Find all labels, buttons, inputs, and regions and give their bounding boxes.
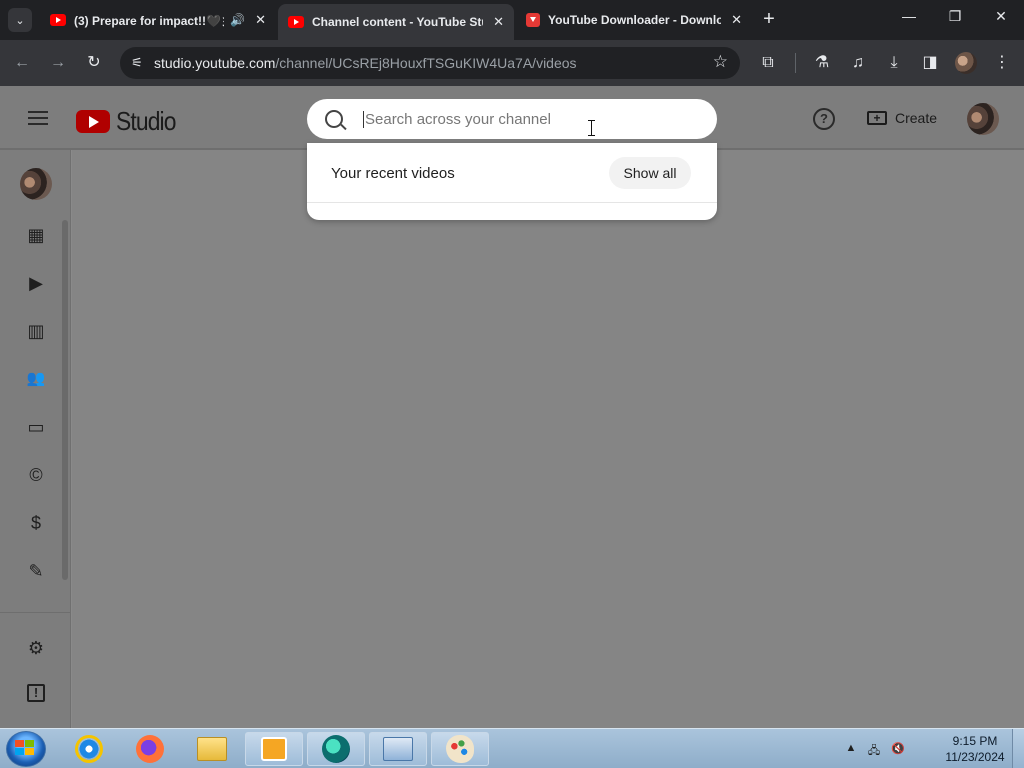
downloader-favicon-icon [526, 13, 540, 27]
kebab-menu-icon[interactable]: ⋮ [991, 52, 1013, 74]
windows-logo-icon [15, 740, 35, 756]
settings-icon[interactable]: ⚙ [24, 636, 48, 660]
earn-icon[interactable]: $ [24, 511, 48, 535]
internet-explorer-icon [75, 735, 103, 763]
tab-strip: ⌄ (3) Prepare for impact!!🖤彡 🔊 ✕ Channel… [0, 0, 1024, 40]
tab-prepare-for-impact[interactable]: (3) Prepare for impact!!🖤彡 🔊 ✕ [40, 6, 276, 34]
control-panel-icon [383, 737, 413, 761]
text-cursor [588, 120, 597, 136]
studio-sidebar: ▦ ▶ ▥ 👥 ▭ © $ ✎ ▬ ⚙ ! [0, 150, 71, 728]
side-panel-icon[interactable]: ◨ [919, 52, 941, 74]
sidebar-scrollbar[interactable] [62, 220, 68, 580]
bookmark-star-icon[interactable]: ☆ [713, 52, 728, 72]
close-window-button[interactable]: ✕ [989, 8, 1013, 25]
customization-icon[interactable]: ✎ [24, 559, 48, 583]
reload-icon[interactable]: ↻ [83, 52, 105, 74]
content-icon[interactable]: ▶ [24, 271, 48, 295]
create-button[interactable]: + Create [855, 102, 949, 134]
hamburger-menu-icon[interactable] [28, 111, 48, 125]
studio-logo[interactable]: Studio [76, 106, 184, 137]
clock-time[interactable]: 9:15 PM [940, 734, 1010, 748]
dashboard-icon[interactable]: ▦ [24, 223, 48, 247]
channel-search-box[interactable] [307, 99, 717, 139]
tab-search-button[interactable]: ⌄ [8, 8, 32, 32]
labs-flask-icon[interactable]: ⚗ [811, 52, 833, 74]
media-player-taskbar-button[interactable] [245, 732, 303, 766]
back-arrow-icon[interactable]: ← [11, 52, 33, 74]
firefox-taskbar-button[interactable] [121, 732, 179, 766]
sidebar-divider [0, 612, 70, 613]
media-control-icon[interactable]: ♫ [847, 52, 869, 74]
downloads-icon[interactable]: ⤓ [883, 52, 905, 74]
tab-channel-content[interactable]: Channel content - YouTube Stu ✕ [278, 4, 514, 40]
show-hidden-icons-icon[interactable]: ▲ [843, 742, 859, 756]
youtube-favicon-icon [50, 14, 66, 26]
profile-avatar[interactable] [955, 52, 977, 74]
subtitles-icon[interactable]: ▭ [24, 415, 48, 439]
feedback-icon[interactable]: ! [27, 684, 45, 702]
show-desktop-button[interactable] [1012, 729, 1024, 768]
url-host: studio.youtube.com [154, 55, 276, 71]
audio-playing-icon[interactable]: 🔊 [230, 13, 245, 27]
control-panel-taskbar-button[interactable] [369, 732, 427, 766]
forward-arrow-icon[interactable]: → [47, 52, 69, 74]
browser-app-icon [322, 735, 350, 763]
windows-taskbar: ▲ 🖧 🔇 9:15 PM 11/23/2024 [0, 728, 1024, 768]
create-video-icon: + [867, 111, 887, 125]
url-text[interactable]: studio.youtube.com/channel/UCsREj8HouxfT… [154, 55, 577, 71]
url-path: /channel/UCsREj8HouxfTSGuKIW4Ua7A/videos [275, 55, 577, 71]
minimize-button[interactable]: — [897, 8, 921, 24]
youtube-favicon-icon [288, 16, 304, 28]
community-icon[interactable]: 👥 [24, 367, 48, 391]
tab-title: (3) Prepare for impact!!🖤彡 [74, 13, 225, 28]
tab-title: YouTube Downloader - Downlo [548, 13, 722, 27]
new-tab-button[interactable]: + [758, 8, 780, 30]
copyright-icon[interactable]: © [24, 463, 48, 487]
internet-explorer-taskbar-button[interactable] [60, 732, 118, 766]
youtube-logo-icon [76, 110, 110, 133]
tab-close-icon[interactable]: ✕ [731, 12, 742, 28]
toolbar-divider [795, 53, 796, 73]
tab-youtube-downloader[interactable]: YouTube Downloader - Downlo ✕ [516, 6, 752, 34]
clock-date[interactable]: 11/23/2024 [940, 750, 1010, 764]
network-icon[interactable]: 🖧 [866, 742, 882, 757]
account-avatar[interactable] [967, 103, 999, 135]
paint-palette-icon [446, 735, 474, 763]
help-icon[interactable]: ? [813, 108, 835, 130]
dropdown-divider [307, 202, 717, 203]
restore-button[interactable]: ❐ [943, 8, 967, 25]
browser-app-taskbar-button[interactable] [307, 732, 365, 766]
paint-taskbar-button[interactable] [431, 732, 489, 766]
search-input[interactable] [363, 110, 663, 128]
main-content-overlay [72, 150, 1024, 728]
volume-muted-icon[interactable]: 🔇 [890, 742, 906, 756]
media-player-icon [261, 737, 287, 761]
address-bar[interactable]: ⚟ studio.youtube.com/channel/UCsREj8Houx… [120, 47, 740, 79]
tab-title: Channel content - YouTube Stu [312, 15, 484, 29]
create-label: Create [895, 110, 938, 126]
browser-toolbar: ← → ↻ ⚟ studio.youtube.com/channel/UCsRE… [0, 40, 1024, 86]
search-icon[interactable] [325, 110, 343, 128]
extensions-puzzle-icon[interactable]: ⧉ [757, 52, 779, 74]
file-explorer-taskbar-button[interactable] [183, 732, 241, 766]
channel-avatar[interactable] [20, 168, 52, 200]
show-all-button[interactable]: Show all [609, 157, 691, 189]
search-dropdown: Your recent videos Show all [307, 143, 717, 220]
studio-logo-text: Studio [116, 106, 176, 136]
tab-close-icon[interactable]: ✕ [255, 12, 266, 28]
analytics-icon[interactable]: ▥ [24, 319, 48, 343]
firefox-icon [136, 735, 164, 763]
audio-library-icon[interactable]: ▬ [24, 599, 48, 609]
site-info-icon[interactable]: ⚟ [120, 55, 154, 71]
tab-close-icon[interactable]: ✕ [493, 14, 504, 30]
recent-videos-heading: Your recent videos [331, 165, 455, 182]
folder-icon [197, 737, 227, 761]
